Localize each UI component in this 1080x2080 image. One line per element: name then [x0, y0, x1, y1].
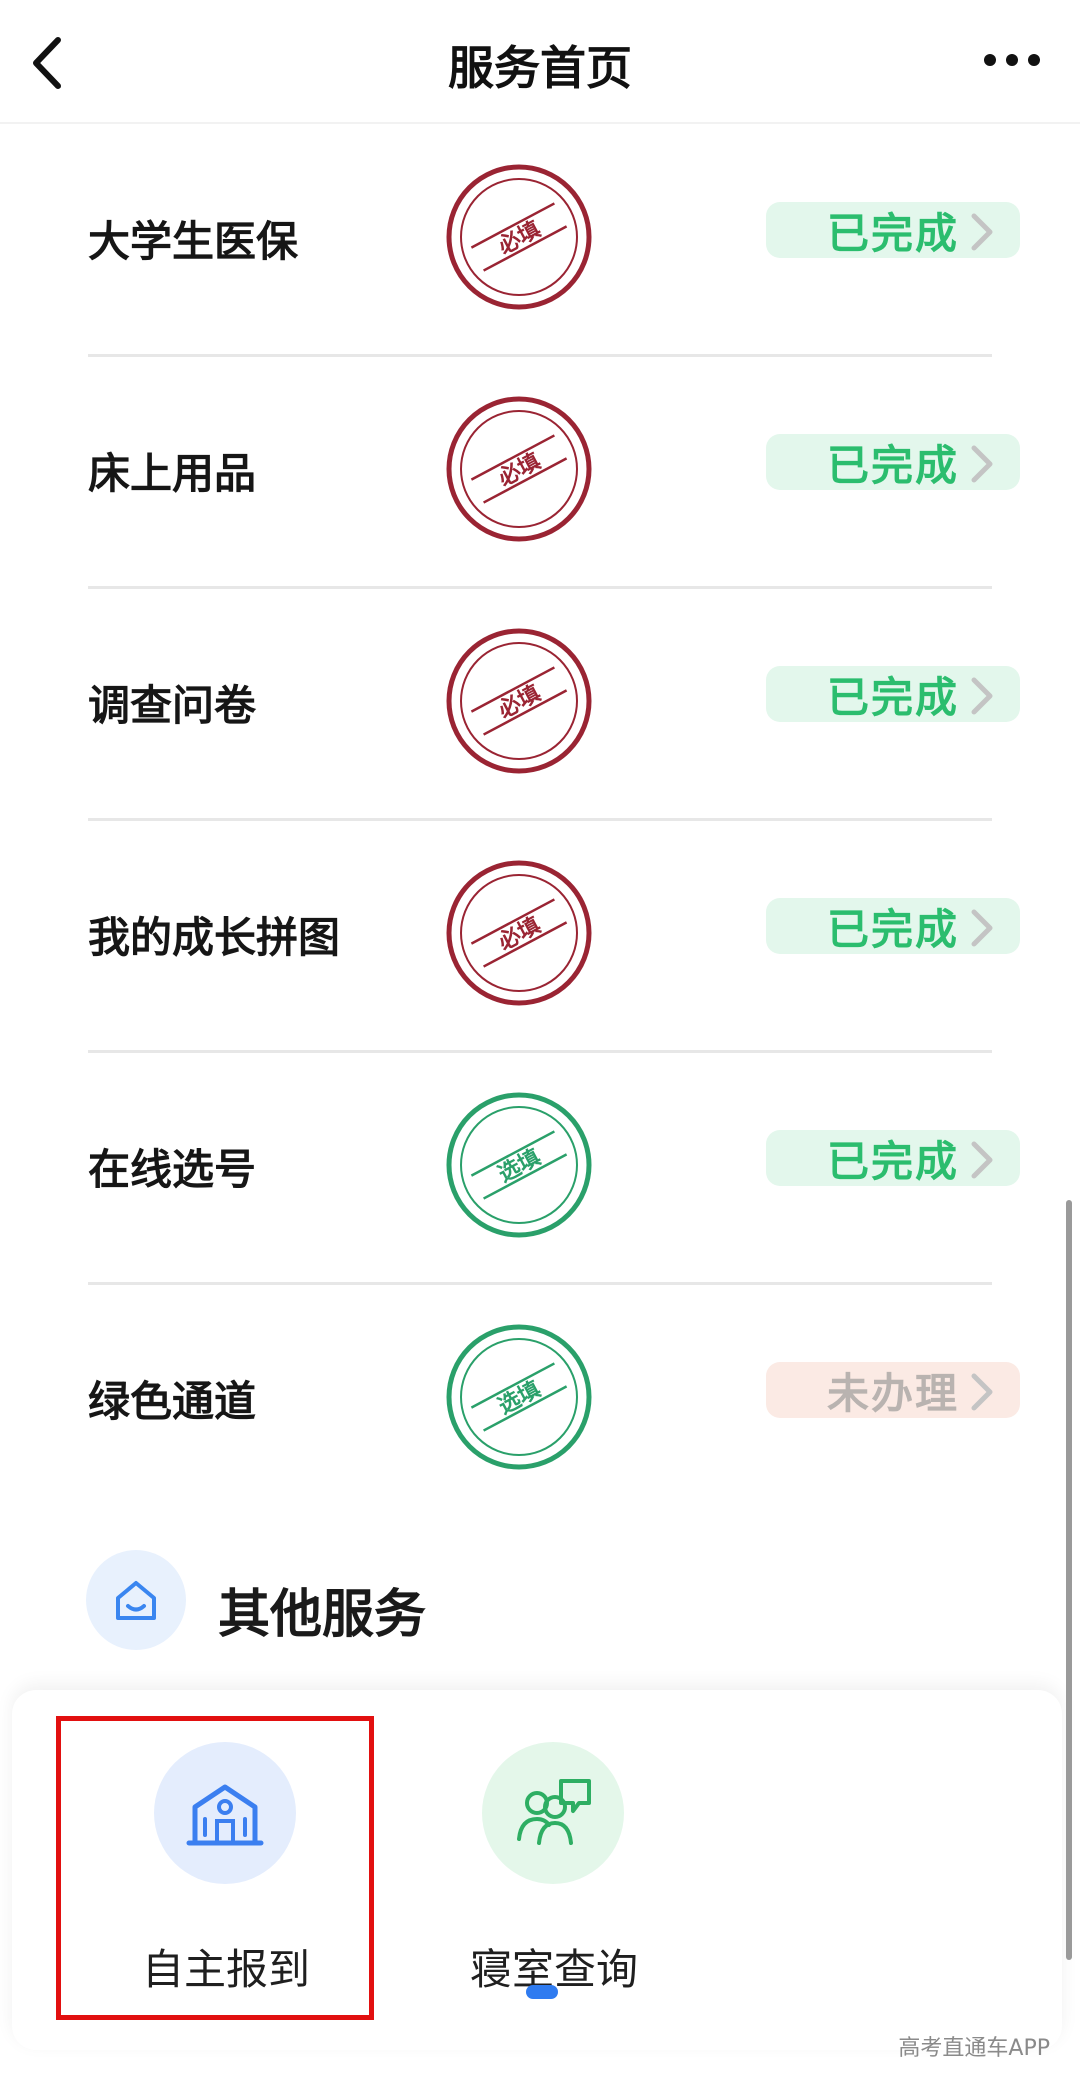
- service-label: 我的成长拼图: [88, 913, 341, 962]
- page-title: 服务首页: [448, 41, 632, 95]
- required-stamp-icon: 必填: [446, 628, 592, 774]
- navigation-bar: 服务首页: [0, 0, 1080, 124]
- chevron-right-icon: [971, 1141, 993, 1179]
- chevron-right-icon: [971, 213, 993, 251]
- self-check-in-tile[interactable]: 自主报到: [108, 1718, 328, 1994]
- service-label: 调查问卷: [88, 681, 257, 730]
- chevron-right-icon: [971, 677, 993, 715]
- chevron-right-icon: [971, 445, 993, 483]
- service-row-bedding[interactable]: 床上用品 必填 已完成: [88, 354, 1020, 589]
- home-icon-badge: [86, 1550, 186, 1650]
- required-stamp-icon: 必填: [446, 396, 592, 542]
- optional-stamp-icon: 选填: [446, 1092, 592, 1238]
- tile-icon-circle: [482, 1742, 624, 1884]
- watermark: 高考直通车APP: [898, 2036, 1050, 2061]
- scrollbar[interactable]: [1066, 1200, 1072, 1960]
- service-row-growth-puzzle[interactable]: 我的成长拼图 必填 已完成: [88, 818, 1020, 1053]
- service-row-online-number[interactable]: 在线选号 选填 已完成: [88, 1050, 1020, 1285]
- service-label: 绿色通道: [88, 1377, 257, 1426]
- service-label: 大学生医保: [88, 217, 299, 266]
- roommates-chat-icon: [517, 1779, 591, 1845]
- required-stamp-icon: 必填: [446, 860, 592, 1006]
- school-building-icon: [186, 1784, 264, 1846]
- service-row-survey[interactable]: 调查问卷 必填 已完成: [88, 586, 1020, 821]
- service-label: 在线选号: [88, 1145, 257, 1194]
- other-services-header: 其他服务: [86, 1546, 686, 1656]
- required-stamp-icon: 必填: [446, 164, 592, 310]
- chevron-right-icon: [971, 1373, 993, 1411]
- service-row-medical-insurance[interactable]: 大学生医保 必填 已完成: [88, 122, 1020, 357]
- section-title: 其他服务: [218, 1585, 427, 1645]
- tile-icon-circle: [154, 1742, 296, 1884]
- page-indicator-dot: [526, 1985, 558, 1999]
- stamp-text: 选填: [494, 1145, 545, 1188]
- tile-label: 自主报到: [141, 1945, 310, 1994]
- optional-stamp-icon: 选填: [446, 1324, 592, 1470]
- service-row-green-channel[interactable]: 绿色通道 选填 未办理: [88, 1282, 1020, 1514]
- home-icon: [116, 1581, 156, 1620]
- service-label: 床上用品: [88, 449, 257, 498]
- more-options-icon[interactable]: [982, 46, 1042, 74]
- stamp-text: 选填: [494, 1377, 545, 1420]
- chevron-right-icon: [971, 909, 993, 947]
- dorm-query-tile[interactable]: 寝室查询: [436, 1718, 656, 1994]
